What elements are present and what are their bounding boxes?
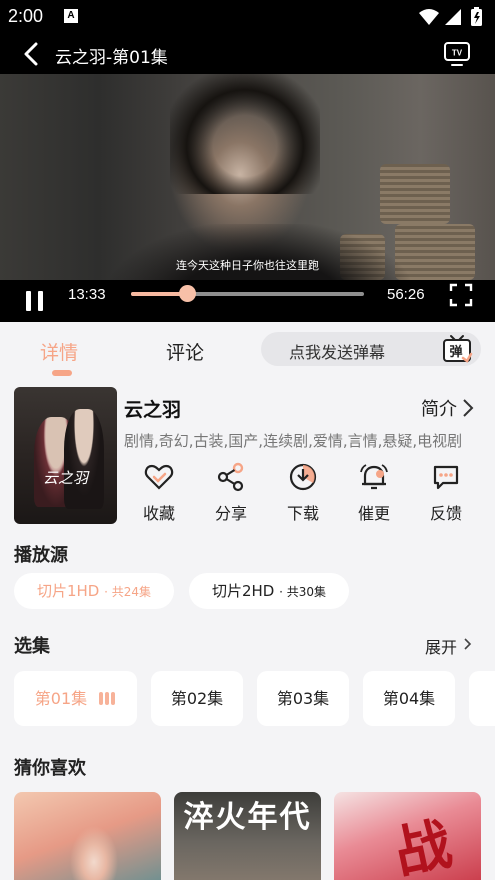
- feedback-button[interactable]: 反馈: [416, 462, 476, 524]
- episodes-title: 选集: [14, 636, 50, 657]
- episode-item[interactable]: 第03集: [257, 671, 349, 726]
- tab-indicator: [52, 370, 72, 376]
- status-icons: [419, 7, 482, 26]
- sources-title: 播放源: [14, 545, 68, 566]
- show-poster[interactable]: 云之羽: [14, 387, 117, 524]
- recommend-card-title: 战: [388, 811, 458, 880]
- action-label: 收藏: [142, 504, 175, 523]
- episode-item[interactable]: 第04集: [363, 671, 455, 726]
- chevron-right-icon[interactable]: [463, 635, 473, 653]
- episode-label: 第01集: [34, 689, 88, 708]
- action-label: 分享: [214, 504, 247, 523]
- recommend-card-title: 淬火年代: [183, 800, 312, 835]
- feedback-icon: [433, 465, 459, 490]
- episode-item[interactable]: 第01集: [14, 671, 137, 726]
- poster-title: 云之羽: [42, 469, 88, 487]
- signal-icon: [445, 9, 461, 25]
- expand-button[interactable]: 展开: [425, 634, 457, 658]
- tab-comments[interactable]: 评论: [166, 338, 204, 365]
- progress-knob[interactable]: [178, 285, 196, 302]
- episode-label: 第02集: [170, 689, 224, 708]
- share-icon: [217, 462, 244, 492]
- show-title: 云之羽: [124, 399, 182, 421]
- app-screen: 2:00 A 云之羽-第01集 TV 连今天这种日子你也往这里跑 13:33 5…: [0, 0, 495, 880]
- action-label: 下载: [286, 504, 319, 523]
- chevron-right-icon[interactable]: [461, 398, 475, 418]
- favorite-button[interactable]: 收藏: [129, 462, 189, 524]
- share-button[interactable]: 分享: [201, 462, 261, 524]
- tab-details[interactable]: 详情: [40, 338, 78, 365]
- intro-link[interactable]: 简介: [421, 395, 457, 421]
- video-frame[interactable]: 连今天这种日子你也往这里跑: [0, 74, 495, 280]
- player-title-bar: 云之羽-第01集 TV: [0, 34, 495, 74]
- source-label: 切片2HD: [211, 582, 275, 600]
- video-subtitle: 连今天这种日子你也往这里跑: [176, 259, 319, 272]
- source-label: 切片1HD: [36, 582, 100, 600]
- download-button[interactable]: 下载: [273, 462, 333, 524]
- progress-bar[interactable]: [131, 285, 364, 302]
- pause-icon[interactable]: [24, 287, 46, 313]
- svg-text:TV: TV: [452, 49, 463, 58]
- recommend-card[interactable]: [14, 792, 161, 880]
- notification-icon: A: [64, 9, 78, 23]
- fullscreen-icon[interactable]: [449, 283, 473, 307]
- player-controls: 13:33 56:26: [0, 280, 495, 322]
- recommend-card[interactable]: 淬火年代: [174, 792, 321, 880]
- recommend-card[interactable]: 战: [334, 792, 481, 880]
- source-count: · 共24集: [104, 585, 152, 599]
- remind-button[interactable]: 催更: [344, 462, 404, 524]
- show-tags: 剧情,奇幻,古装,国产,连续剧,爱情,言情,悬疑,电视剧: [124, 432, 463, 450]
- bell-icon: [360, 464, 388, 490]
- video-title: 云之羽-第01集: [55, 48, 168, 68]
- episode-label: 第04集: [382, 689, 436, 708]
- status-time: 2:00: [8, 6, 44, 26]
- action-label: 反馈: [429, 504, 462, 523]
- recommend-title: 猜你喜欢: [14, 758, 86, 779]
- danmaku-input[interactable]: 点我发送弹幕 弹: [261, 332, 481, 366]
- back-icon[interactable]: [20, 42, 44, 66]
- current-time: 13:33: [68, 286, 106, 303]
- source-chip[interactable]: 切片2HD · 共30集: [189, 573, 349, 609]
- episode-item-partial[interactable]: [469, 671, 495, 726]
- source-count: · 共30集: [279, 585, 327, 599]
- danmaku-placeholder: 点我发送弹幕: [289, 343, 386, 362]
- now-playing-icon: [98, 672, 116, 727]
- total-time: 56:26: [387, 286, 425, 303]
- episode-item[interactable]: 第02集: [151, 671, 243, 726]
- episode-label: 第03集: [276, 689, 330, 708]
- download-icon: [289, 463, 317, 491]
- danmaku-toggle-icon[interactable]: 弹: [441, 334, 473, 364]
- source-chip[interactable]: 切片1HD · 共24集: [14, 573, 174, 609]
- danmaku-icon-label: 弹: [449, 344, 462, 360]
- detail-panel: 详情 评论 点我发送弹幕 弹 云之羽 云之羽 简介 剧情,奇幻,古装,国产,连续…: [0, 322, 495, 880]
- tv-cast-icon[interactable]: TV: [443, 41, 471, 67]
- wifi-icon: [419, 9, 439, 25]
- action-label: 催更: [357, 504, 390, 523]
- heart-icon: [144, 464, 174, 490]
- status-bar: 2:00 A: [0, 0, 495, 34]
